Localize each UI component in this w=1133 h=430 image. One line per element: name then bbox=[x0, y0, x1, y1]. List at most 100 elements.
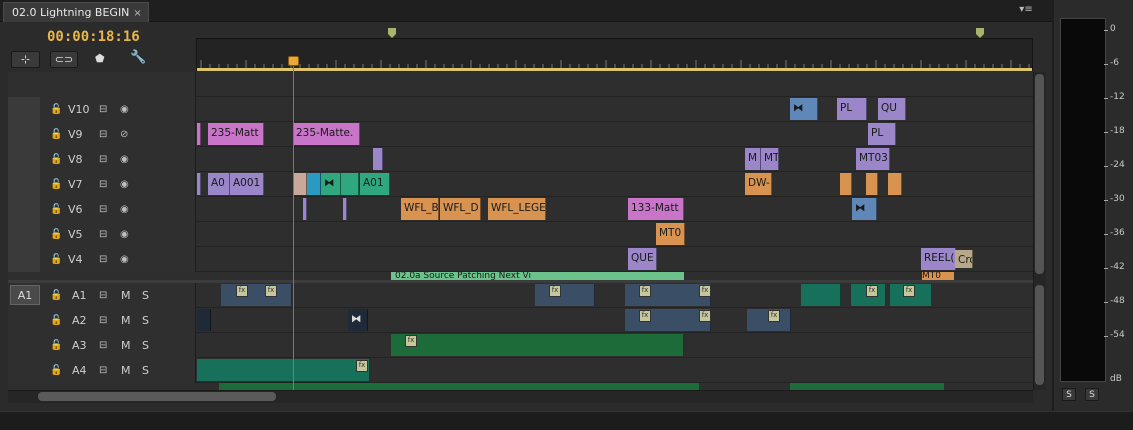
eye-icon[interactable]: ◉ bbox=[120, 222, 129, 247]
toggle-sync-lock-icon[interactable]: ⊟ bbox=[99, 247, 107, 272]
lock-icon[interactable]: 🔓 bbox=[50, 172, 62, 197]
source-patch-slot[interactable] bbox=[8, 122, 40, 147]
clip[interactable]: WFL_D bbox=[440, 198, 481, 220]
timeline-settings-icon[interactable]: 🔧 bbox=[130, 50, 146, 66]
source-patch-slot[interactable] bbox=[8, 247, 40, 272]
solo-button[interactable]: S bbox=[142, 358, 149, 383]
eye-icon[interactable]: ◉ bbox=[120, 197, 129, 222]
source-patch-slot[interactable] bbox=[8, 97, 40, 122]
mute-button[interactable]: M bbox=[121, 283, 131, 308]
toggle-sync-lock-icon[interactable]: ⊟ bbox=[99, 333, 107, 358]
audio-clip[interactable] bbox=[197, 309, 211, 331]
video-audio-divider[interactable] bbox=[8, 280, 1033, 283]
clip[interactable] bbox=[343, 198, 347, 220]
audio-clip[interactable]: ⧓ bbox=[348, 309, 368, 331]
playhead-handle[interactable] bbox=[288, 56, 299, 66]
lock-icon[interactable]: 🔓 bbox=[50, 247, 62, 272]
mute-button[interactable]: M bbox=[121, 333, 131, 358]
toggle-sync-lock-icon[interactable]: ⊟ bbox=[99, 308, 107, 333]
clip[interactable] bbox=[197, 123, 201, 145]
lock-icon[interactable]: 🔓 bbox=[50, 122, 62, 147]
toggle-sync-lock-icon[interactable]: ⊟ bbox=[99, 358, 107, 383]
clip[interactable]: M bbox=[745, 148, 761, 170]
clip[interactable]: 235-Matt bbox=[208, 123, 264, 145]
clip[interactable] bbox=[840, 173, 852, 195]
clip[interactable]: PL bbox=[837, 98, 867, 120]
clip[interactable]: 133-Matt bbox=[628, 198, 684, 220]
work-area-bar[interactable] bbox=[197, 68, 1032, 71]
lock-icon[interactable]: 🔓 bbox=[50, 147, 62, 172]
clip[interactable]: A001 bbox=[230, 173, 264, 195]
solo-button[interactable]: S bbox=[142, 333, 149, 358]
close-icon[interactable]: × bbox=[133, 8, 141, 19]
lock-icon[interactable]: 🔓 bbox=[50, 222, 62, 247]
audio-clip[interactable] bbox=[535, 284, 595, 306]
clip[interactable]: 235-Matte. bbox=[293, 123, 360, 145]
toggle-sync-lock-icon[interactable]: ⊟ bbox=[99, 97, 107, 122]
clip[interactable] bbox=[373, 148, 383, 170]
clip[interactable]: REEL( bbox=[921, 248, 956, 270]
solo-button[interactable]: S bbox=[142, 283, 149, 308]
audio-scroll-thumb[interactable] bbox=[1035, 285, 1044, 385]
clip[interactable]: MT0 bbox=[922, 272, 954, 280]
lock-icon[interactable]: 🔓 bbox=[50, 197, 62, 222]
clip[interactable]: ⧓ bbox=[790, 98, 818, 120]
clip[interactable] bbox=[888, 173, 902, 195]
clip[interactable]: ⧓ bbox=[852, 198, 877, 220]
eye-icon[interactable]: ◉ bbox=[120, 172, 129, 197]
clip[interactable] bbox=[293, 173, 307, 195]
clip[interactable]: Cro bbox=[955, 250, 973, 268]
snap-icon[interactable]: ⊹ bbox=[11, 51, 40, 68]
audio-clip[interactable] bbox=[219, 383, 699, 390]
clip[interactable]: MT03 bbox=[856, 148, 890, 170]
toggle-sync-lock-icon[interactable]: ⊟ bbox=[99, 283, 107, 308]
lock-icon[interactable]: 🔓 bbox=[50, 333, 62, 358]
audio-clip[interactable] bbox=[801, 284, 841, 306]
toggle-sync-lock-icon[interactable]: ⊟ bbox=[99, 197, 107, 222]
video-scroll-thumb[interactable] bbox=[1035, 74, 1044, 274]
lock-icon[interactable]: 🔓 bbox=[50, 358, 62, 383]
playhead-timecode[interactable]: 00:00:18:16 bbox=[47, 29, 140, 45]
source-patch-a1[interactable]: A1 bbox=[10, 285, 40, 305]
clip[interactable] bbox=[197, 173, 201, 195]
clip[interactable]: QU bbox=[878, 98, 906, 120]
toggle-sync-lock-icon[interactable]: ⊟ bbox=[99, 147, 107, 172]
clip[interactable]: WFL_B bbox=[401, 198, 439, 220]
clip[interactable]: DW- bbox=[745, 173, 772, 195]
toggle-sync-lock-icon[interactable]: ⊟ bbox=[99, 122, 107, 147]
clip[interactable]: 02.0a Source Patching Next Vi bbox=[391, 272, 684, 280]
panel-menu-icon[interactable]: ▾≡ bbox=[1016, 4, 1036, 18]
clip[interactable]: A0 bbox=[208, 173, 230, 195]
solo-button[interactable]: S bbox=[142, 308, 149, 333]
lock-icon[interactable]: 🔓 bbox=[50, 308, 62, 333]
source-patch-slot[interactable] bbox=[8, 222, 40, 247]
source-patch-slot[interactable] bbox=[8, 147, 40, 172]
eye-icon[interactable]: ◉ bbox=[120, 247, 129, 272]
solo-left-button[interactable]: S bbox=[1062, 388, 1076, 401]
toggle-sync-lock-icon[interactable]: ⊟ bbox=[99, 222, 107, 247]
eye-off-icon[interactable]: ⊘ bbox=[120, 122, 128, 147]
time-ruler[interactable] bbox=[196, 38, 1033, 71]
clip[interactable]: MT bbox=[761, 148, 779, 170]
add-marker-icon[interactable]: ⬟ bbox=[95, 52, 105, 65]
toggle-sync-lock-icon[interactable]: ⊟ bbox=[99, 172, 107, 197]
audio-clip[interactable] bbox=[391, 334, 684, 356]
mute-button[interactable]: M bbox=[121, 358, 131, 383]
source-patch-slot[interactable] bbox=[8, 172, 40, 197]
sequence-tab[interactable]: 02.0 Lightning BEGIN × bbox=[3, 2, 149, 22]
clip[interactable]: ⧓ bbox=[321, 173, 341, 195]
linked-selection-icon[interactable]: ⊂⊃ bbox=[50, 51, 78, 68]
playhead-line[interactable] bbox=[293, 60, 294, 394]
clip[interactable] bbox=[866, 173, 878, 195]
zoom-scroll-thumb[interactable] bbox=[38, 392, 276, 401]
eye-icon[interactable]: ◉ bbox=[120, 97, 129, 122]
clip[interactable] bbox=[341, 173, 359, 195]
lock-icon[interactable]: 🔓 bbox=[50, 283, 62, 308]
mute-button[interactable]: M bbox=[121, 308, 131, 333]
clip[interactable]: A01 bbox=[360, 173, 390, 195]
audio-clip[interactable] bbox=[790, 383, 944, 390]
audio-clip[interactable] bbox=[197, 359, 370, 381]
clip[interactable]: WFL_LEGE bbox=[488, 198, 546, 220]
solo-right-button[interactable]: S bbox=[1085, 388, 1099, 401]
lock-icon[interactable]: 🔓 bbox=[50, 97, 62, 122]
